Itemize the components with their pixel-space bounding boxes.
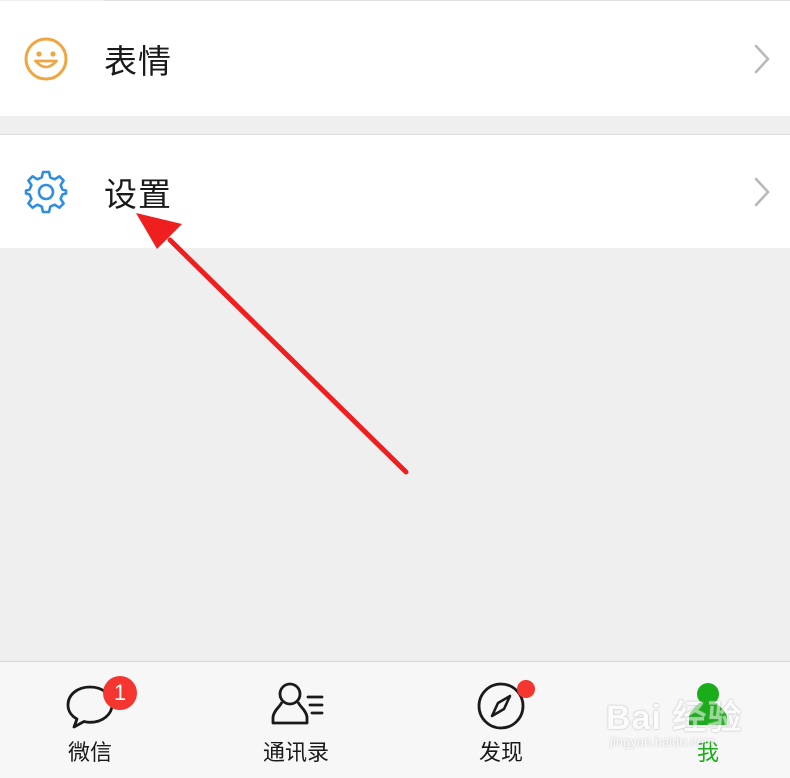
chevron-right-icon (754, 44, 770, 73)
watermark-url: jingyan.baidu.com (610, 734, 715, 749)
tab-contacts[interactable]: 通讯录 (216, 662, 376, 778)
tab-label: 微信 (67, 741, 112, 766)
menu-item-label: 表情 (104, 41, 172, 81)
watermark-logo: Bai 经验 (606, 699, 743, 737)
wechat-me-screen: 表情 设置 1 微信 通讯录 发现 我 Bai 经验 jingyan.baidu… (0, 0, 790, 778)
watermark: Bai 经验 jingyan.baidu.com (606, 690, 786, 760)
menu-item-stickers[interactable]: 表情 (0, 1, 790, 116)
gear-icon (22, 168, 70, 216)
smiley-icon (22, 35, 70, 83)
menu-item-label: 设置 (104, 174, 172, 214)
menu-item-settings[interactable]: 设置 (0, 134, 790, 248)
chat-bubble-icon: 1 (64, 676, 137, 731)
new-indicator-dot (517, 680, 535, 698)
chevron-right-icon (754, 177, 770, 206)
tab-label: 发现 (478, 741, 523, 766)
tab-label: 通讯录 (262, 741, 329, 766)
tab-chats[interactable]: 1 微信 (10, 662, 170, 778)
contacts-icon (270, 679, 324, 731)
compass-icon (475, 679, 535, 731)
tab-discover[interactable]: 发现 (421, 662, 581, 778)
unread-badge: 1 (103, 676, 137, 710)
